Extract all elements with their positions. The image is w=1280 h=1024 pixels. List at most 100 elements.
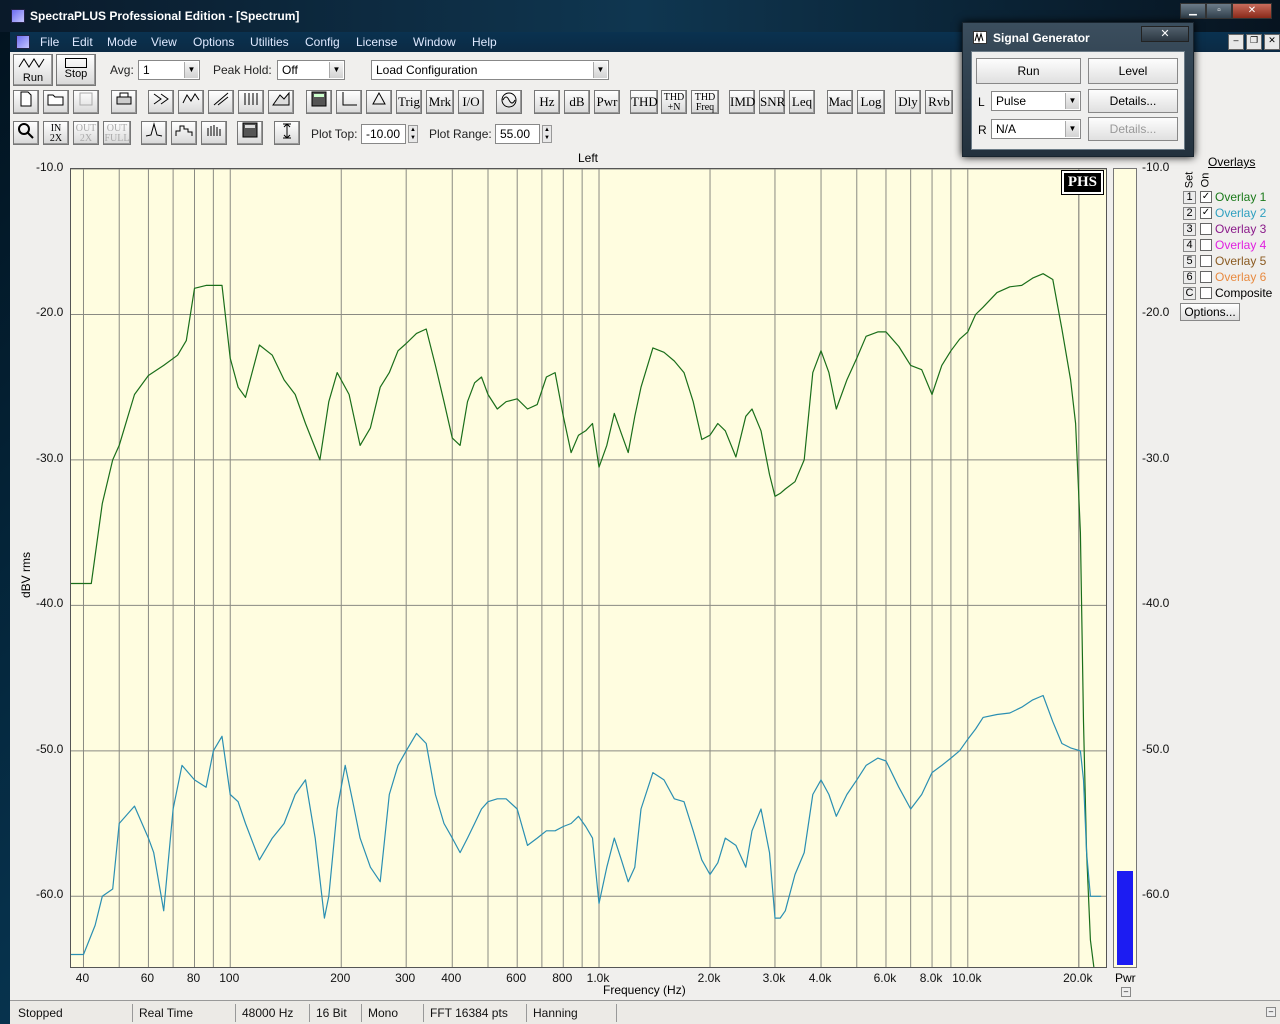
thd-freq-button[interactable]: THD Freq [691,90,719,114]
print-button[interactable] [111,90,137,114]
io-button[interactable]: I/O [458,90,484,114]
meter-collapse-button[interactable]: – [1121,987,1131,997]
zoom-out-full-button[interactable]: OUT FULL [103,121,131,145]
filter-button[interactable] [148,90,174,114]
overlay-set-button[interactable]: 5 [1183,255,1196,268]
reverb-button[interactable]: Rvb [925,90,953,114]
plot-top-spinner[interactable]: ▲ ▼ [408,125,418,143]
zoom-in-2x-button[interactable]: IN 2X [43,121,69,145]
sawtooth-button[interactable] [208,90,234,114]
3d-surface-button[interactable] [268,90,294,114]
overlay-label[interactable]: Overlay 6 [1215,270,1266,284]
avg-select[interactable]: 1 ▼ [138,60,200,80]
overlay-set-button[interactable]: 4 [1183,239,1196,252]
overlay-label[interactable]: Composite [1215,286,1272,300]
overlay-label[interactable]: Overlay 5 [1215,254,1266,268]
snr-button[interactable]: SNR [759,90,785,114]
menu-options[interactable]: Options [193,35,234,49]
chevron-down-icon[interactable]: ▼ [1065,93,1079,109]
generator-button[interactable] [496,90,522,114]
chevron-down-icon[interactable]: ▼ [329,62,343,78]
document-icon[interactable] [16,35,30,49]
plot-range-spinner[interactable]: ▲ ▼ [542,125,552,143]
mdi-minimize-button[interactable]: – [1228,34,1244,50]
new-file-button[interactable] [13,90,39,114]
overlay-set-button[interactable]: 1 [1183,191,1196,204]
overlay-label[interactable]: Overlay 4 [1215,238,1266,252]
zoom-out-2x-button[interactable]: OUT 2X [73,121,99,145]
signal-generator-close-button[interactable]: ✕ [1141,26,1189,42]
app-icon[interactable] [11,9,25,23]
octave-view-button[interactable] [171,121,197,145]
overlay-label[interactable]: Overlay 2 [1215,206,1266,220]
overlay-set-button[interactable]: 2 [1183,207,1196,220]
maximize-button[interactable]: ▫ [1206,3,1232,19]
macro-button[interactable]: Mac [827,90,853,114]
menu-mode[interactable]: Mode [107,35,137,49]
overlay-on-checkbox[interactable] [1200,239,1212,251]
overlay-set-button[interactable]: C [1183,287,1196,300]
overlay-on-checkbox[interactable] [1200,223,1212,235]
right-details-button[interactable]: Details... [1088,117,1178,141]
open-file-button[interactable] [43,90,69,114]
menu-license[interactable]: License [356,35,397,49]
generator-level-button[interactable]: Level [1088,58,1178,84]
menu-edit[interactable]: Edit [72,35,93,49]
overlay-on-checkbox[interactable] [1200,255,1212,267]
thd-n-button[interactable]: THD +N [661,90,687,114]
peak-hold-select[interactable]: Off ▼ [277,60,345,80]
overlay-label[interactable]: Overlay 1 [1215,190,1266,204]
marker-button[interactable]: Mrk [426,90,454,114]
overlay-on-checkbox[interactable]: ✓ [1200,207,1212,219]
zoom-button[interactable] [13,121,39,145]
peak-view-button[interactable] [141,121,167,145]
overlay-on-checkbox[interactable]: ✓ [1200,191,1212,203]
configuration-select[interactable]: Load Configuration ▼ [371,60,609,80]
status-collapse-button[interactable]: – [1266,1007,1276,1017]
generator-run-button[interactable]: Run [976,58,1081,84]
power-button[interactable]: Pwr [594,90,620,114]
left-signal-select[interactable]: Pulse ▼ [991,91,1081,111]
waterfall-button[interactable] [238,90,264,114]
leq-button[interactable]: Leq [789,90,815,114]
log-button[interactable]: Log [857,90,885,114]
trigger-button[interactable]: Trig [396,90,422,114]
overlay-on-checkbox[interactable] [1200,287,1212,299]
close-button[interactable]: ✕ [1232,3,1272,19]
run-button[interactable]: Run [13,54,53,86]
overlay-options-button[interactable]: Options... [1180,303,1240,321]
menu-window[interactable]: Window [413,35,456,49]
minimize-button[interactable]: ▁ [1180,3,1206,19]
microphone-button[interactable] [366,90,392,114]
menu-file[interactable]: File [40,35,59,49]
axis-button[interactable] [336,90,362,114]
delay-button[interactable]: Dly [895,90,921,114]
bar-view-button[interactable] [201,121,227,145]
menu-help[interactable]: Help [472,35,497,49]
scale-button[interactable] [274,121,300,145]
spectrum-plot[interactable]: PHS [70,168,1107,968]
right-signal-select[interactable]: N/A ▼ [991,119,1081,139]
plot-range-input[interactable]: 55.00 [495,124,540,144]
imd-button[interactable]: IMD [729,90,755,114]
overlay-set-button[interactable]: 6 [1183,271,1196,284]
db-button[interactable]: dB [564,90,590,114]
plot-top-input[interactable]: -10.00 [361,124,406,144]
spectrum-mode-button[interactable] [178,90,204,114]
chevron-down-icon[interactable]: ▼ [1065,121,1079,137]
chevron-down-icon[interactable]: ▼ [593,62,607,78]
overlays-title[interactable]: Overlays [1208,155,1255,169]
menu-utilities[interactable]: Utilities [250,35,289,49]
overlay-on-checkbox[interactable] [1200,271,1212,283]
stop-button[interactable]: Stop [56,54,96,86]
mdi-restore-button[interactable]: ❐ [1246,34,1262,50]
display-settings-button[interactable] [237,121,263,145]
overlay-label[interactable]: Overlay 3 [1215,222,1266,236]
save-button[interactable] [73,90,99,114]
left-details-button[interactable]: Details... [1088,89,1178,113]
menu-view[interactable]: View [151,35,177,49]
thd-button[interactable]: THD [630,90,658,114]
mdi-close-button[interactable]: ✕ [1264,34,1280,50]
overlay-set-button[interactable]: 3 [1183,223,1196,236]
calculator-button[interactable] [306,90,332,114]
